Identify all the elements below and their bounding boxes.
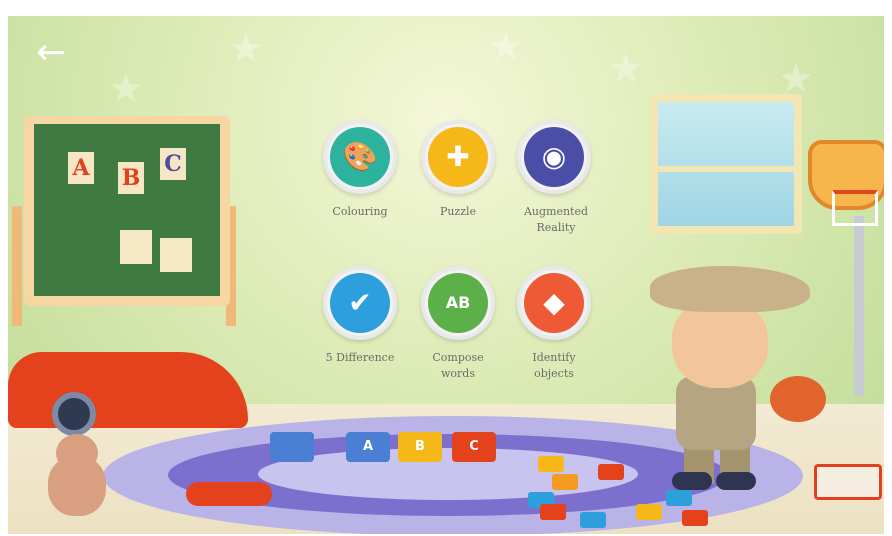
easel-leg bbox=[12, 206, 22, 326]
menu-icon-ring: ◆ bbox=[517, 266, 591, 340]
star-decoration: ★ bbox=[608, 46, 644, 92]
hoop-net bbox=[832, 190, 878, 226]
toy-brick bbox=[540, 504, 566, 520]
toy-brick bbox=[580, 512, 606, 528]
menu-icon-ring: 🎨 bbox=[323, 120, 397, 194]
game-scene: ★ ★ ★ ★ ★ A B C A B C ← 🎨 Colouring ✚ Pu… bbox=[8, 16, 884, 534]
menu-label: Augmented Reality bbox=[523, 205, 589, 234]
toy-brick bbox=[636, 504, 662, 520]
teddy-bear-head bbox=[56, 434, 98, 472]
palette-icon: 🎨 bbox=[330, 127, 390, 187]
menu-icon-ring: ◉ bbox=[517, 120, 591, 194]
train-engine bbox=[270, 432, 314, 462]
toy-gamepad bbox=[186, 482, 272, 506]
car-wheel bbox=[52, 392, 96, 436]
window-bar bbox=[658, 166, 794, 172]
back-button[interactable]: ← bbox=[36, 35, 80, 72]
puzzle-icon: ✚ bbox=[428, 127, 488, 187]
chalkboard-letter: C bbox=[160, 148, 186, 180]
toy-brick bbox=[666, 490, 692, 506]
menu-icon-ring: ✔ bbox=[323, 266, 397, 340]
train-car: A bbox=[346, 432, 390, 462]
menu-label: Identify objects bbox=[532, 351, 576, 380]
shapes-icon: ◆ bbox=[524, 273, 584, 333]
train-car: B bbox=[398, 432, 442, 462]
menu-icon-ring: AB bbox=[421, 266, 495, 340]
toy-brick bbox=[598, 464, 624, 480]
character-hat bbox=[650, 266, 810, 312]
star-decoration: ★ bbox=[488, 24, 524, 70]
menu-icon-ring: ✚ bbox=[421, 120, 495, 194]
character-shoe bbox=[716, 472, 756, 490]
sticky-note bbox=[160, 238, 192, 272]
chalkboard bbox=[34, 124, 220, 296]
letter-blocks-icon: AB bbox=[428, 273, 488, 333]
toy-car bbox=[8, 352, 248, 428]
toy-brick bbox=[538, 456, 564, 472]
toy-brick bbox=[682, 510, 708, 526]
star-decoration: ★ bbox=[108, 66, 144, 112]
star-decoration: ★ bbox=[228, 26, 264, 72]
sticky-note bbox=[120, 230, 152, 264]
basketball bbox=[770, 376, 826, 422]
window-glass bbox=[658, 102, 794, 226]
hoop-pole bbox=[854, 216, 864, 396]
chalkboard-letter: B bbox=[118, 162, 144, 194]
train-car: C bbox=[452, 432, 496, 462]
menu-augmented-reality[interactable]: ◉ Augmented Reality bbox=[494, 120, 614, 236]
checkmark-icon: ✔ bbox=[330, 273, 390, 333]
open-book bbox=[814, 464, 882, 500]
character-shoe bbox=[672, 472, 712, 490]
rug-center bbox=[258, 448, 638, 500]
menu-label: Compose words bbox=[432, 351, 484, 380]
arrow-left-icon: ← bbox=[36, 32, 67, 73]
vr-headset-icon: ◉ bbox=[524, 127, 584, 187]
chalkboard-letter: A bbox=[68, 152, 94, 184]
menu-identify-objects[interactable]: ◆ Identify objects bbox=[494, 266, 614, 382]
toy-brick bbox=[552, 474, 578, 490]
